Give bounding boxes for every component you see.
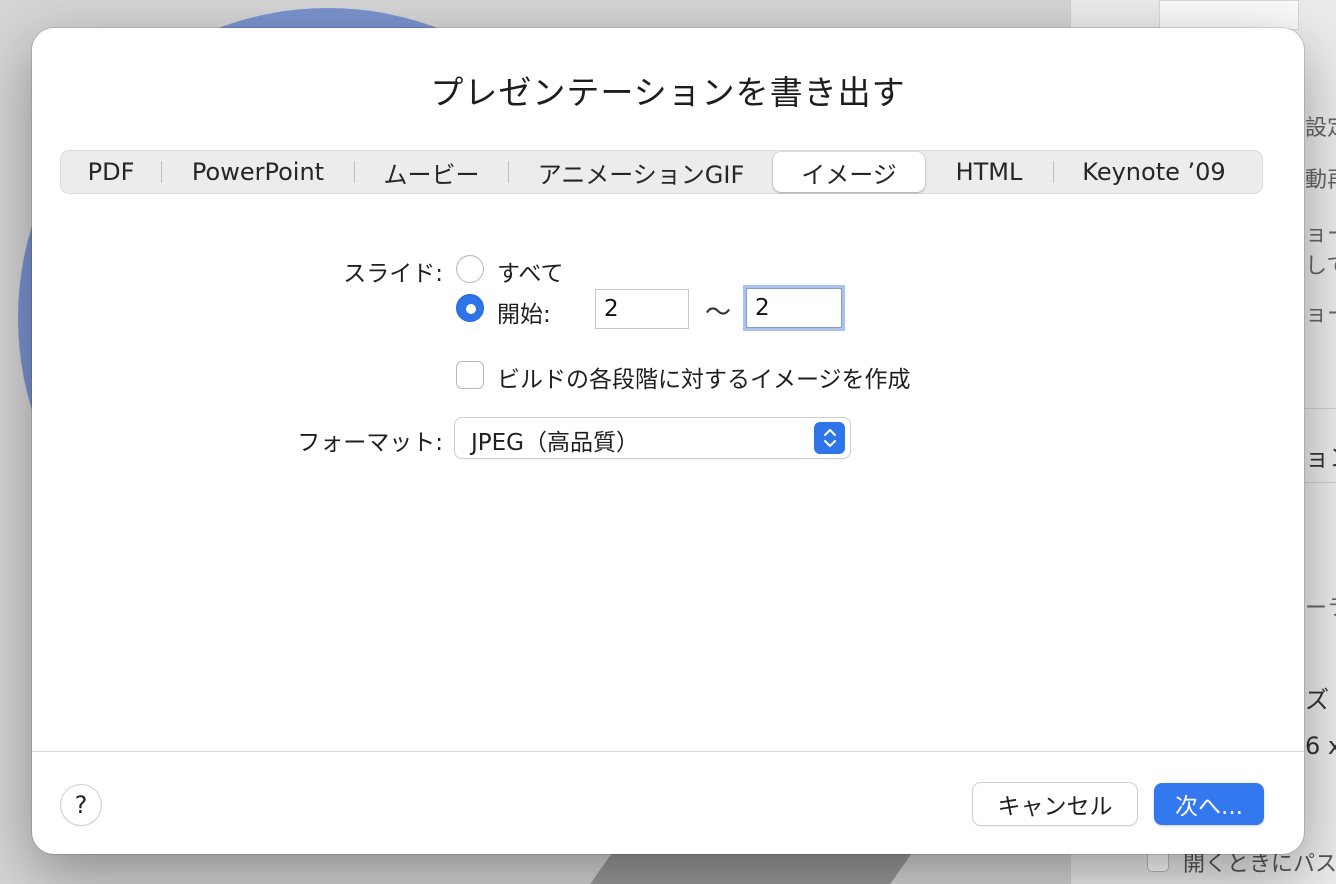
inspector-thumbnail [1159, 0, 1299, 30]
cancel-button[interactable]: キャンセル [973, 783, 1137, 825]
range-slides-radio[interactable] [456, 294, 484, 322]
export-dialog: プレゼンテーションを書き出す PDF PowerPoint ムービー アニメーシ… [32, 28, 1304, 854]
range-start-label: 開始: [497, 302, 551, 328]
tab-keynote-09[interactable]: Keynote ’09 [1054, 152, 1254, 192]
format-tab-bar: PDF PowerPoint ムービー アニメーションGIF イメージ HTML… [60, 150, 1263, 194]
tab-animated-gif[interactable]: アニメーションGIF [509, 152, 773, 192]
build-stages-checkbox[interactable] [456, 361, 484, 389]
all-slides-radio[interactable] [456, 255, 484, 283]
build-stages-label: ビルドの各段階に対するイメージを作成 [497, 367, 911, 393]
inspector-text: 6 x [1305, 732, 1336, 760]
format-select[interactable]: JPEG（高品質） [455, 418, 850, 458]
range-separator: 〜 [705, 298, 732, 328]
inspector-text: ョー [1305, 222, 1336, 247]
footer-divider [32, 751, 1304, 752]
inspector-text: 設定 [1305, 116, 1336, 141]
next-button[interactable]: 次へ... [1154, 783, 1264, 825]
tab-html[interactable]: HTML [925, 152, 1053, 192]
inspector-text: ズ [1305, 686, 1329, 714]
range-to-field[interactable]: 2 [746, 288, 842, 328]
tab-image[interactable]: イメージ [773, 152, 925, 192]
tab-movie[interactable]: ムービー [355, 152, 508, 192]
inspector-text: ーラン [1305, 596, 1336, 621]
all-slides-label: すべて [497, 261, 564, 287]
inspector-text: ョン [1305, 444, 1336, 472]
tab-pdf[interactable]: PDF [61, 152, 161, 192]
chevron-up-down-icon [814, 422, 845, 454]
tab-powerpoint[interactable]: PowerPoint [162, 152, 354, 192]
range-from-field[interactable]: 2 [595, 289, 689, 329]
inspector-divider [1305, 482, 1336, 483]
inspector-text: ョー [1305, 302, 1336, 327]
format-selected-value: JPEG（高品質） [471, 430, 640, 456]
inspector-divider [1305, 408, 1336, 409]
inspector-text: して [1305, 254, 1336, 279]
help-button[interactable]: ? [61, 785, 101, 825]
format-label: フォーマット: [297, 430, 443, 456]
inspector-text: 動再 [1305, 168, 1336, 193]
slides-label: スライド: [343, 261, 443, 287]
dialog-title: プレゼンテーションを書き出す [430, 73, 906, 112]
